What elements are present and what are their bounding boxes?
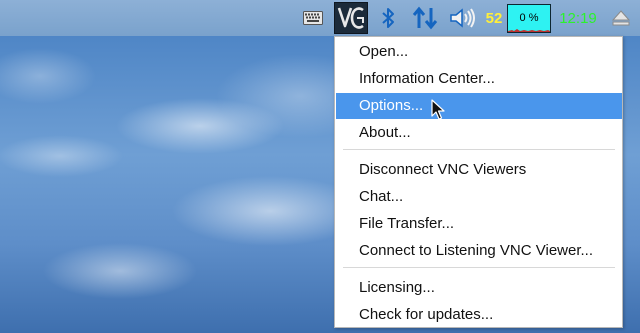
vnc-icon[interactable] xyxy=(334,2,368,34)
network-icon[interactable] xyxy=(410,0,440,36)
cpu-usage-graph xyxy=(508,29,550,32)
menu-item-options[interactable]: Options... xyxy=(336,93,622,119)
volume-icon[interactable] xyxy=(448,0,478,36)
mouse-cursor-icon xyxy=(431,99,445,120)
cpu-temperature[interactable]: 52 xyxy=(482,0,506,36)
menu-item-chat[interactable]: Chat... xyxy=(336,184,622,210)
keyboard-icon[interactable] xyxy=(301,0,325,36)
cpu-usage-label: 0 % xyxy=(519,12,539,24)
menu-item-file-transfer[interactable]: File Transfer... xyxy=(336,211,622,237)
menu-item-licensing[interactable]: Licensing... xyxy=(336,275,622,301)
menu-item-connect-listening-viewer[interactable]: Connect to Listening VNC Viewer... xyxy=(336,238,622,264)
vnc-context-menu: Open... Information Center... Options...… xyxy=(334,36,623,328)
taskbar: 52 0 % 12:19 xyxy=(0,0,640,36)
bluetooth-icon[interactable] xyxy=(378,0,398,36)
menu-item-check-for-updates[interactable]: Check for updates... xyxy=(336,302,622,328)
menu-separator xyxy=(343,149,615,150)
menu-item-about[interactable]: About... xyxy=(336,120,622,146)
menu-item-disconnect-vnc-viewers[interactable]: Disconnect VNC Viewers xyxy=(336,157,622,183)
menu-separator xyxy=(343,267,615,268)
clock[interactable]: 12:19 xyxy=(556,0,600,36)
menu-item-information-center[interactable]: Information Center... xyxy=(336,66,622,92)
menu-item-open[interactable]: Open... xyxy=(336,39,622,65)
eject-icon[interactable] xyxy=(610,0,632,36)
cpu-usage-monitor[interactable]: 0 % xyxy=(507,4,551,33)
